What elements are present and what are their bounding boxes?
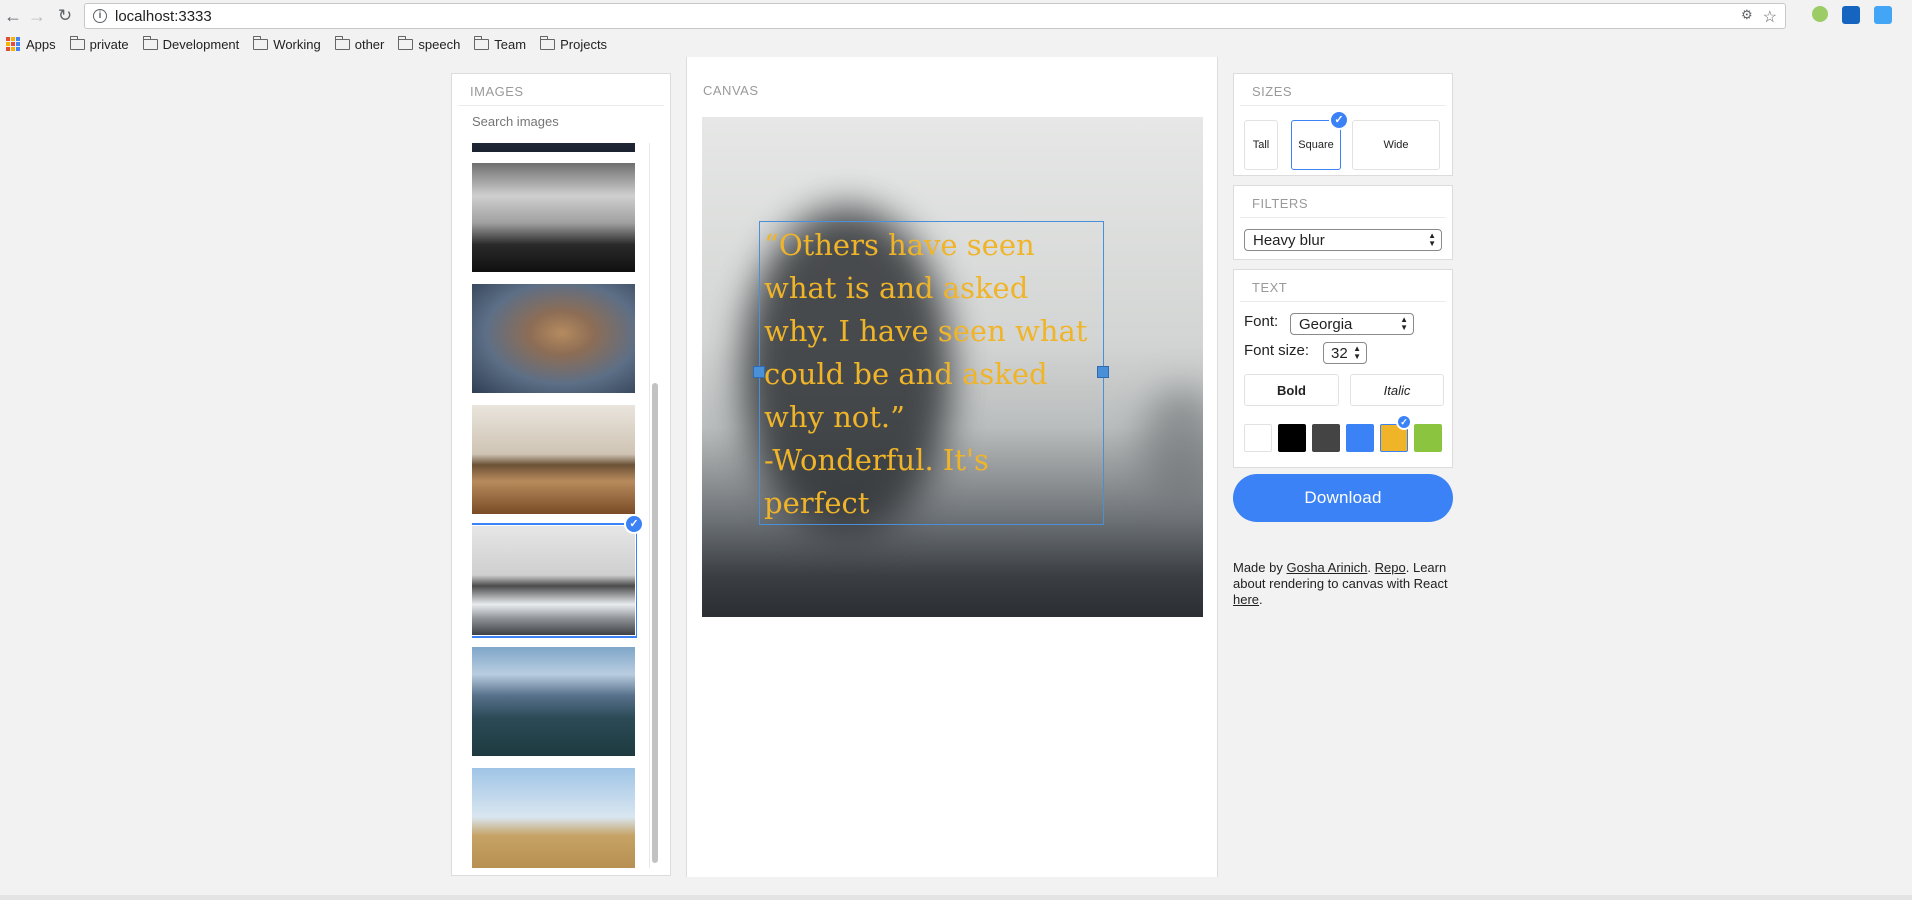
bookmark-other[interactable]: other: [334, 35, 384, 52]
color-swatch-black[interactable]: [1278, 424, 1306, 452]
image-thumb-sea-stacks[interactable]: [472, 523, 637, 638]
color-swatch-gray[interactable]: [1312, 424, 1340, 452]
font-value: Georgia: [1299, 315, 1353, 333]
canvas-image[interactable]: “Others have seen what is and asked why.…: [702, 117, 1203, 617]
bold-button[interactable]: Bold: [1244, 374, 1339, 406]
folder-icon: [334, 35, 350, 50]
bottom-border: [0, 895, 1912, 900]
forward-icon[interactable]: →: [24, 3, 50, 29]
font-size-label: Font size:: [1244, 342, 1310, 359]
canvas-title: CANVAS: [703, 83, 759, 98]
font-size-value: 32: [1331, 344, 1348, 362]
selected-image-check-icon: ✓: [624, 514, 644, 534]
here-link[interactable]: here: [1233, 592, 1259, 607]
download-button[interactable]: Download: [1233, 474, 1453, 522]
extension-sync-icon[interactable]: [1874, 6, 1892, 24]
bookmark-team[interactable]: Team: [474, 35, 526, 52]
color-swatch-green[interactable]: [1414, 424, 1442, 452]
folder-icon: [398, 35, 414, 50]
filters-title: FILTERS: [1240, 186, 1446, 218]
bookmark-working[interactable]: Working: [253, 35, 321, 52]
image-thumb-field[interactable]: [472, 768, 635, 868]
app-page: IMAGES ✓ CANVAS “Others have seen what i…: [0, 57, 1912, 900]
font-size-select[interactable]: 32 ▲ ▼: [1323, 342, 1367, 364]
font-select[interactable]: Georgia ▲ ▼: [1290, 313, 1414, 335]
bookmark-private[interactable]: private: [69, 35, 129, 52]
browser-toolbar: ← → ↻ i localhost:3333 ⚙ ☆: [0, 0, 1912, 32]
extension-hexagon-icon[interactable]: [1812, 6, 1828, 22]
text-box[interactable]: “Others have seen what is and asked why.…: [753, 221, 1109, 525]
italic-button[interactable]: Italic: [1350, 374, 1444, 406]
size-wide-button[interactable]: Wide: [1352, 120, 1440, 170]
folder-icon: [142, 35, 158, 50]
info-icon[interactable]: i: [93, 9, 107, 23]
canvas-panel: CANVAS “Others have seen what is and ask…: [686, 57, 1218, 877]
selected-size-check-icon: ✓: [1329, 110, 1349, 130]
blurred-rock-shape-small: [1142, 387, 1203, 507]
folder-icon: [540, 35, 556, 50]
image-thumb-dark[interactable]: [472, 143, 635, 152]
quote-text[interactable]: “Others have seen what is and asked why.…: [764, 224, 1099, 525]
color-swatch-white[interactable]: [1244, 424, 1272, 452]
select-arrows-icon: ▲ ▼: [1400, 315, 1408, 332]
bookmark-speech[interactable]: speech: [398, 35, 460, 52]
resize-handle-left[interactable]: [753, 366, 765, 378]
images-scrollbar[interactable]: [649, 143, 658, 868]
text-card: TEXT Font: Georgia ▲ ▼ Font size: 32 ▲ ▼ B…: [1233, 269, 1453, 468]
filters-card: FILTERS Heavy blur ▲ ▼: [1233, 185, 1453, 260]
apps-grid-icon: [6, 37, 20, 51]
font-label: Font:: [1244, 313, 1279, 330]
scrollbar-thumb[interactable]: [652, 383, 658, 863]
repo-link[interactable]: Repo: [1375, 560, 1406, 575]
images-title: IMAGES: [458, 74, 664, 106]
color-swatch-blue[interactable]: [1346, 424, 1374, 452]
bookmark-apps[interactable]: Apps: [6, 37, 56, 52]
bookmark-projects[interactable]: Projects: [540, 35, 607, 52]
image-thumb-clouds[interactable]: [472, 163, 635, 272]
blocked-icon[interactable]: ⚙: [1741, 7, 1753, 27]
image-thumb-beach-sunset[interactable]: [472, 405, 635, 514]
bookmark-development[interactable]: Development: [142, 35, 239, 52]
image-list: [472, 143, 637, 868]
text-title: TEXT: [1240, 270, 1446, 302]
address-bar[interactable]: i localhost:3333 ⚙ ☆: [84, 3, 1786, 29]
size-tall-button[interactable]: Tall: [1244, 120, 1278, 170]
image-thumb-cat[interactable]: [472, 284, 635, 393]
author-link[interactable]: Gosha Arinich: [1286, 560, 1367, 575]
back-icon[interactable]: ←: [0, 3, 26, 29]
credits: Made by Gosha Arinich. Repo. Learn about…: [1233, 560, 1448, 607]
sizes-card: SIZES Tall Square Wide ✓: [1233, 73, 1453, 176]
folder-icon: [69, 35, 85, 50]
image-thumb-coast[interactable]: [472, 647, 635, 756]
folder-icon: [253, 35, 269, 50]
bookmarks-bar: Apps private Development Working other s…: [0, 32, 1912, 56]
selected-color-check-icon: ✓: [1396, 414, 1412, 430]
resize-handle-right[interactable]: [1097, 366, 1109, 378]
url-text: localhost:3333: [115, 7, 212, 25]
select-arrows-icon: ▲ ▼: [1353, 344, 1361, 361]
reload-icon[interactable]: ↻: [52, 3, 78, 29]
images-panel: IMAGES ✓: [451, 73, 671, 876]
extension-trello-icon[interactable]: [1842, 6, 1860, 24]
star-icon[interactable]: ☆: [1763, 7, 1777, 27]
folder-icon: [474, 35, 490, 50]
sizes-title: SIZES: [1240, 74, 1446, 106]
select-arrows-icon: ▲ ▼: [1428, 231, 1436, 248]
search-images-input[interactable]: [472, 114, 642, 129]
filter-value: Heavy blur: [1253, 231, 1325, 249]
filter-select[interactable]: Heavy blur ▲ ▼: [1244, 229, 1442, 251]
